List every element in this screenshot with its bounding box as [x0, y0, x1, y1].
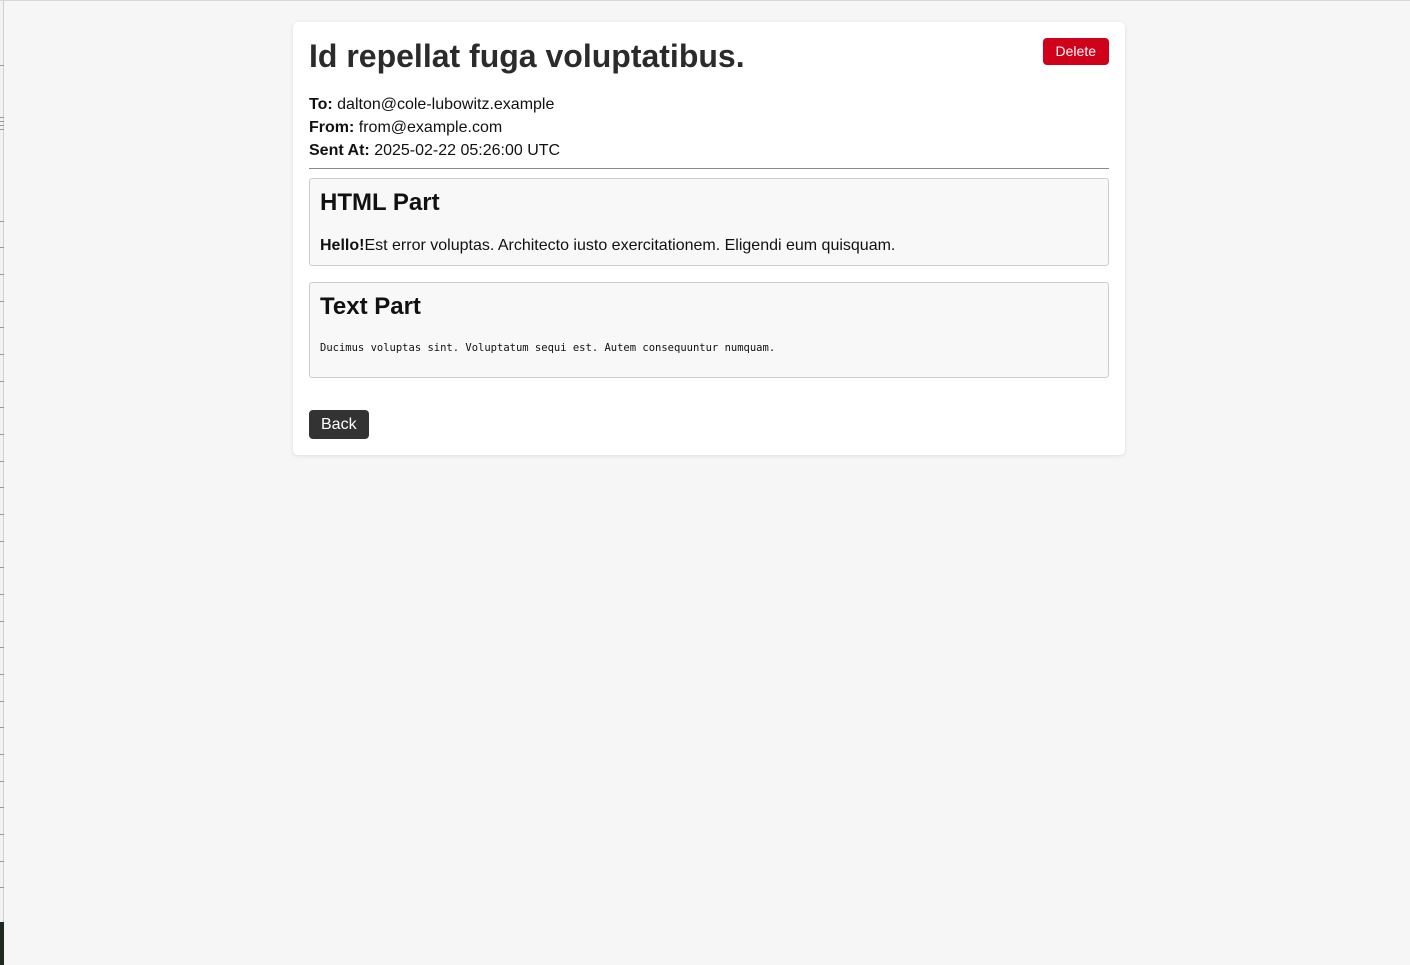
edge-tick — [0, 65, 4, 66]
sent-at-row: Sent At: 2025-02-22 05:26:00 UTC — [309, 139, 1109, 162]
edge-tick — [0, 754, 4, 755]
delete-button[interactable]: Delete — [1042, 38, 1109, 65]
edge-tick — [0, 674, 4, 675]
from-row: From: from@example.com — [309, 116, 1109, 139]
to-value: dalton@cole-lubowitz.example — [337, 96, 555, 113]
edge-tick — [0, 727, 4, 728]
edge-tick — [0, 381, 4, 382]
to-label: To: — [309, 96, 333, 113]
edge-tick — [0, 487, 4, 488]
edge-tick — [0, 621, 4, 622]
edge-tick — [0, 354, 4, 355]
page: Id repellat fuga voluptatibus. Delete To… — [0, 0, 1410, 965]
edge-tick — [0, 887, 4, 888]
from-label: From: — [309, 119, 355, 136]
edge-tick — [0, 834, 4, 835]
edge-tick — [0, 594, 4, 595]
background-window-edge — [0, 1, 4, 965]
edge-tick — [0, 407, 4, 408]
html-part-greeting: Hello! — [320, 237, 365, 254]
email-preview-card: Id repellat fuga voluptatibus. Delete To… — [293, 22, 1125, 455]
edge-tick — [0, 461, 4, 462]
email-subject: Id repellat fuga voluptatibus. — [309, 38, 745, 74]
edge-tick — [0, 541, 4, 542]
html-part-body: Hello!Est error voluptas. Architecto ius… — [320, 236, 895, 256]
text-part-panel: Text Part Ducimus voluptas sint. Volupta… — [309, 282, 1109, 378]
edge-dark-strip — [0, 922, 4, 965]
edge-tick — [0, 567, 4, 568]
text-part-heading: Text Part — [320, 293, 421, 320]
edge-tick — [0, 327, 4, 328]
email-headers: To: dalton@cole-lubowitz.example From: f… — [309, 93, 1109, 162]
edge-tick — [0, 781, 4, 782]
edge-tick — [0, 121, 4, 122]
header-divider — [309, 168, 1109, 169]
html-part-text: Est error voluptas. Architecto iusto exe… — [364, 237, 896, 254]
from-value: from@example.com — [358, 119, 503, 136]
edge-tick — [0, 514, 4, 515]
sent-at-value: 2025-02-22 05:26:00 UTC — [374, 142, 561, 159]
sent-at-label: Sent At: — [309, 142, 370, 159]
edge-tick — [0, 861, 4, 862]
edge-tick — [0, 274, 4, 275]
text-part-body: Ducimus voluptas sint. Voluptatum sequi … — [320, 342, 776, 354]
html-part-panel: HTML Part Hello!Est error voluptas. Arch… — [309, 178, 1109, 266]
edge-tick — [0, 129, 4, 130]
to-row: To: dalton@cole-lubowitz.example — [309, 93, 1109, 116]
edge-tick — [0, 301, 4, 302]
edge-tick — [0, 125, 4, 126]
edge-tick — [0, 434, 4, 435]
edge-tick — [0, 221, 4, 222]
edge-tick — [0, 647, 4, 648]
edge-tick — [0, 247, 4, 248]
edge-tick — [0, 117, 4, 118]
back-button[interactable]: Back — [309, 410, 369, 439]
edge-tick — [0, 701, 4, 702]
edge-tick — [0, 807, 4, 808]
html-part-heading: HTML Part — [320, 189, 440, 216]
